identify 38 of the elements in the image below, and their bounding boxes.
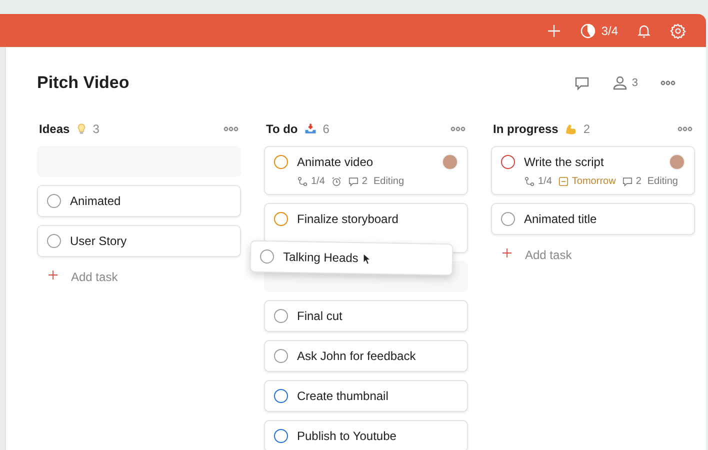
task-card[interactable]: Publish to Youtube (264, 420, 468, 450)
task-label: Editing (373, 176, 404, 187)
task-title: Write the script (524, 154, 604, 170)
task-card[interactable]: Talking Heads (250, 240, 454, 276)
task-card[interactable]: Animate video 1/4 2 Editing (264, 146, 468, 195)
task-label: Editing (647, 176, 678, 187)
due-date: Tomorrow (572, 176, 616, 187)
task-title: Final cut (297, 308, 342, 324)
column-title: To do (266, 122, 298, 136)
comment-count: 2 (636, 176, 642, 187)
task-card[interactable]: Ask John for feedback (264, 340, 468, 372)
column-title: Ideas (39, 122, 70, 136)
comment-count: 2 (362, 176, 368, 187)
task-card[interactable]: Create thumbnail (264, 380, 468, 412)
karma-button[interactable]: 3/4 (580, 22, 618, 38)
task-card[interactable]: Animated title (491, 203, 695, 235)
task-title: Animate video (297, 154, 374, 170)
task-card[interactable]: Final cut (264, 300, 468, 332)
column-title: In progress (493, 122, 558, 136)
members-button[interactable]: 3 (612, 75, 638, 91)
task-card[interactable]: User Story (37, 225, 241, 257)
subtask-count: 1/4 (311, 176, 325, 187)
task-title: Create thumbnail (297, 388, 388, 404)
task-count: 2 (583, 122, 590, 136)
task-title: Animated title (524, 211, 597, 227)
task-count: 6 (322, 122, 330, 136)
task-title: Ask John for feedback (297, 348, 416, 364)
task-title: User Story (70, 233, 127, 249)
project-title: Pitch Video (37, 73, 130, 93)
task-title: Publish to Youtube (297, 428, 396, 444)
task-count: 3 (92, 122, 100, 136)
add-task-button[interactable]: Add task (37, 265, 241, 288)
task-title: Animated (70, 193, 121, 209)
task-card[interactable]: Animated (37, 185, 241, 217)
add-task-button[interactable]: Add task (491, 243, 695, 266)
task-card[interactable]: Write the script 1/4 Tomorrow 2 Editing (491, 146, 695, 195)
task-title: Finalize storyboard (297, 211, 398, 227)
subtask-count: 1/4 (538, 176, 552, 187)
